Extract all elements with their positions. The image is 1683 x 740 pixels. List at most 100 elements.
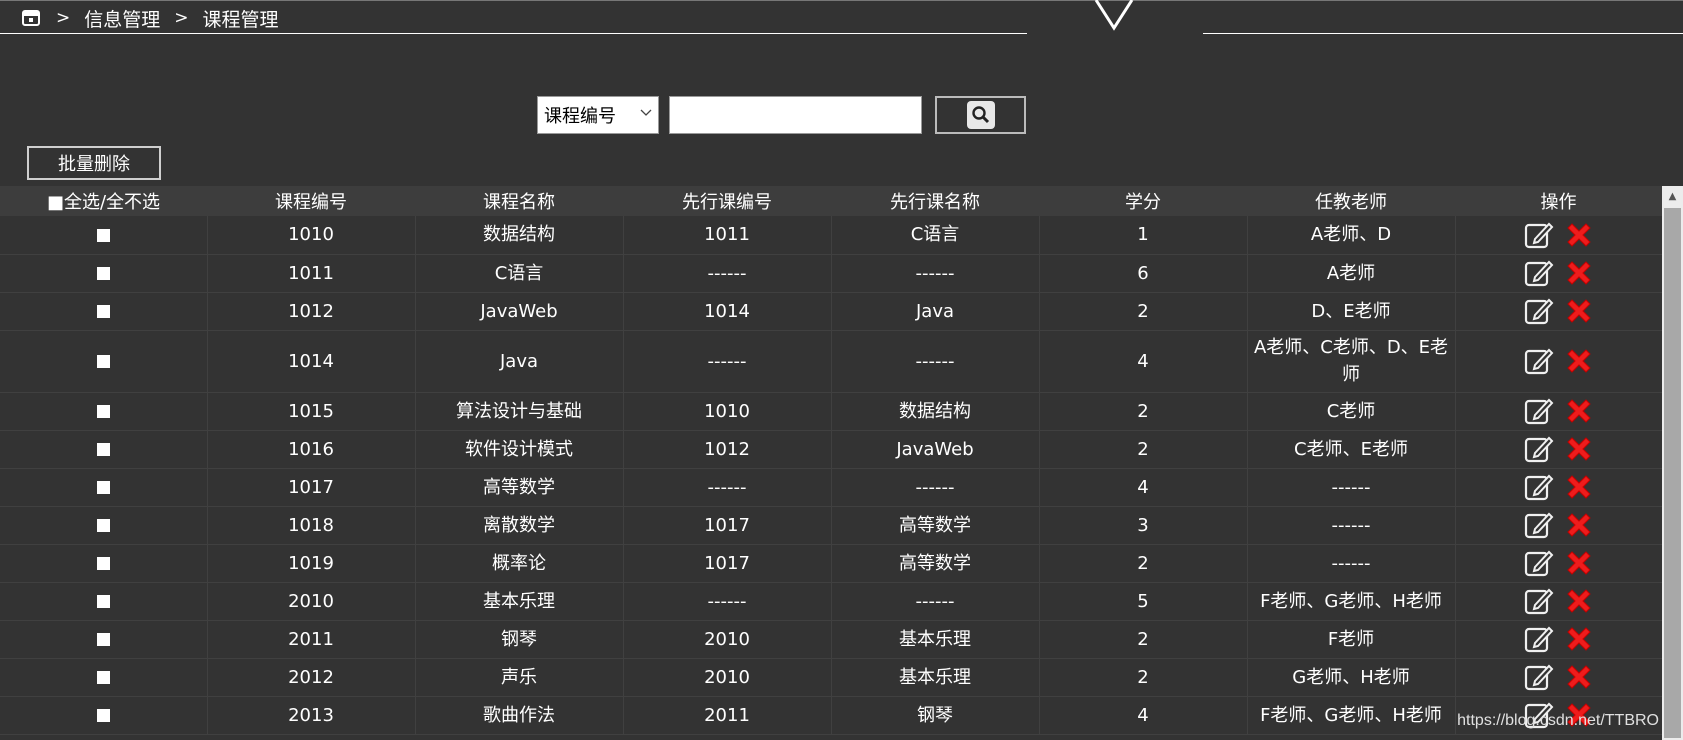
actions-cell: [1455, 330, 1662, 392]
row-checkbox-cell[interactable]: [0, 292, 208, 330]
row-checkbox[interactable]: [96, 405, 110, 418]
delete-icon[interactable]: [1563, 295, 1595, 327]
prereq-id-cell: 1010: [623, 392, 832, 430]
scrollbar-thumb[interactable]: [1664, 208, 1681, 738]
edit-icon[interactable]: [1523, 257, 1555, 289]
row-checkbox[interactable]: [96, 595, 110, 608]
row-checkbox-cell[interactable]: [0, 544, 208, 582]
course-id-cell: 1014: [207, 330, 416, 392]
row-checkbox[interactable]: [96, 709, 110, 722]
prereq-name-cell: ------: [831, 468, 1040, 506]
scroll-up-arrow-icon[interactable]: ▲: [1662, 186, 1683, 206]
delete-icon[interactable]: [1563, 471, 1595, 503]
row-checkbox[interactable]: [96, 519, 110, 532]
delete-icon[interactable]: [1563, 623, 1595, 655]
prereq-id-cell: ------: [623, 254, 832, 292]
actions-cell: [1455, 292, 1662, 330]
course-id-cell: 1018: [207, 506, 416, 544]
edit-icon[interactable]: [1523, 623, 1555, 655]
teacher-cell: C老师、E老师: [1247, 430, 1456, 468]
row-checkbox-cell[interactable]: [0, 506, 208, 544]
row-checkbox-cell[interactable]: [0, 696, 208, 734]
prereq-name-cell: ------: [831, 582, 1040, 620]
table-row: 2011 钢琴 2010 基本乐理 2 F老师: [0, 620, 1662, 658]
home-icon[interactable]: [20, 7, 42, 29]
prereq-name-cell: C语言: [831, 216, 1040, 254]
row-checkbox-cell[interactable]: [0, 392, 208, 430]
row-checkbox[interactable]: [96, 228, 110, 242]
edit-icon[interactable]: [1523, 585, 1555, 617]
row-checkbox[interactable]: [96, 633, 110, 646]
row-checkbox[interactable]: [96, 557, 110, 570]
delete-icon[interactable]: [1563, 345, 1595, 377]
row-checkbox[interactable]: [96, 481, 110, 494]
prereq-name-cell: 高等数学: [831, 544, 1040, 582]
course-id-cell: 1012: [207, 292, 416, 330]
column-header: 先行课名称: [890, 192, 980, 213]
row-checkbox[interactable]: [96, 671, 110, 684]
edit-icon[interactable]: [1523, 219, 1555, 251]
chevron-down-icon: [640, 106, 652, 121]
row-checkbox-cell[interactable]: [0, 254, 208, 292]
edit-icon[interactable]: [1523, 661, 1555, 693]
edit-icon[interactable]: [1523, 345, 1555, 377]
teacher-cell: C老师: [1247, 392, 1456, 430]
vertical-scrollbar[interactable]: ▲: [1662, 186, 1683, 740]
edit-icon[interactable]: [1523, 295, 1555, 327]
prereq-id-cell: 2011: [623, 696, 832, 734]
delete-icon[interactable]: [1563, 509, 1595, 541]
prereq-id-cell: 1017: [623, 544, 832, 582]
delete-icon[interactable]: [1563, 661, 1595, 693]
delete-icon[interactable]: [1563, 547, 1595, 579]
batch-delete-button[interactable]: 批量删除: [27, 146, 161, 180]
credit-cell: 6: [1039, 254, 1248, 292]
row-checkbox-cell[interactable]: [0, 658, 208, 696]
delete-icon[interactable]: [1563, 257, 1595, 289]
course-id-cell: 2012: [207, 658, 416, 696]
row-checkbox[interactable]: [96, 267, 110, 280]
row-checkbox[interactable]: [96, 355, 110, 368]
row-checkbox-cell[interactable]: [0, 330, 208, 392]
search-button[interactable]: [935, 96, 1026, 134]
prereq-id-cell: 1012: [623, 430, 832, 468]
edit-icon[interactable]: [1523, 509, 1555, 541]
delete-icon[interactable]: [1563, 433, 1595, 465]
row-checkbox-cell[interactable]: [0, 620, 208, 658]
course-management-page: > 信息管理 > 课程管理 课程编号 批量删除 ■全选/全不选 课程编号 课程名…: [0, 0, 1683, 740]
breadcrumb-info-management[interactable]: 信息管理: [84, 5, 160, 32]
row-checkbox-cell[interactable]: [0, 582, 208, 620]
edit-icon[interactable]: [1523, 395, 1555, 427]
delete-icon[interactable]: [1563, 585, 1595, 617]
course-name-cell: 软件设计模式: [415, 430, 624, 468]
row-checkbox[interactable]: [96, 305, 110, 318]
prereq-id-cell: 1017: [623, 506, 832, 544]
course-id-cell: 1019: [207, 544, 416, 582]
search-field-select[interactable]: 课程编号: [537, 96, 659, 134]
edit-icon[interactable]: [1523, 433, 1555, 465]
column-header: 操作: [1540, 192, 1577, 213]
course-name-cell: 钢琴: [415, 620, 624, 658]
teacher-cell: A老师: [1247, 254, 1456, 292]
teacher-cell: F老师、G老师、H老师: [1247, 696, 1456, 734]
search-input[interactable]: [669, 96, 922, 134]
header-divider-left: [0, 33, 1027, 34]
row-checkbox-cell[interactable]: [0, 216, 208, 254]
edit-icon[interactable]: [1523, 471, 1555, 503]
select-all-toggle[interactable]: ■全选/全不选: [0, 186, 207, 216]
table-row: 1010 数据结构 1011 C语言 1 A老师、D: [0, 216, 1662, 254]
prereq-name-cell: JavaWeb: [831, 430, 1040, 468]
delete-icon[interactable]: [1563, 395, 1595, 427]
edit-icon[interactable]: [1523, 547, 1555, 579]
row-checkbox[interactable]: [96, 443, 110, 456]
teacher-cell: F老师: [1247, 620, 1456, 658]
row-checkbox-cell[interactable]: [0, 430, 208, 468]
delete-icon[interactable]: [1563, 219, 1595, 251]
prereq-name-cell: ------: [831, 330, 1040, 392]
prereq-name-cell: 数据结构: [831, 392, 1040, 430]
row-checkbox-cell[interactable]: [0, 468, 208, 506]
collapse-toggle-icon[interactable]: [1093, 0, 1135, 34]
teacher-cell: G老师、H老师: [1247, 658, 1456, 696]
table-row: 1011 C语言 ------ ------ 6 A老师: [0, 254, 1662, 292]
prereq-id-cell: 2010: [623, 620, 832, 658]
course-name-cell: 声乐: [415, 658, 624, 696]
